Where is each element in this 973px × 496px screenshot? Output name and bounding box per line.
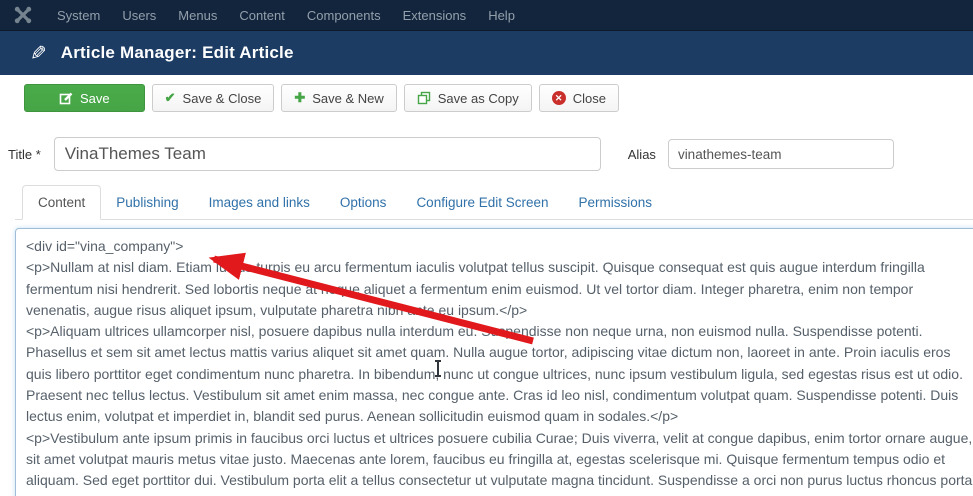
save-close-label: Save & Close xyxy=(183,91,262,106)
edit-tabs: Content Publishing Images and links Opti… xyxy=(15,185,973,220)
admin-top-nav: System Users Menus Content Components Ex… xyxy=(0,0,973,31)
title-input[interactable] xyxy=(54,137,601,171)
save-close-button[interactable]: ✔ Save & Close xyxy=(152,84,275,112)
alias-label: Alias xyxy=(628,147,656,162)
save-new-label: Save & New xyxy=(312,91,384,106)
article-manager-window: System Users Menus Content Components Ex… xyxy=(0,0,973,496)
menu-extensions[interactable]: Extensions xyxy=(392,0,478,31)
menu-users[interactable]: Users xyxy=(111,0,167,31)
close-icon: ✕ xyxy=(552,91,566,105)
article-text-editor[interactable]: <div id="vina_company"> <p>Nullam at nis… xyxy=(15,228,973,496)
copy-icon xyxy=(417,91,431,105)
alias-input[interactable] xyxy=(668,139,894,169)
tab-content[interactable]: Content xyxy=(22,185,101,220)
tab-images-and-links[interactable]: Images and links xyxy=(194,186,325,219)
page-title: Article Manager: Edit Article xyxy=(61,43,294,63)
save-icon xyxy=(59,91,73,105)
tab-configure-edit-screen[interactable]: Configure Edit Screen xyxy=(401,186,563,219)
plus-icon: ✚ xyxy=(294,90,305,106)
menu-content[interactable]: Content xyxy=(228,0,296,31)
toolbar: Save ✔ Save & Close ✚ Save & New Save as… xyxy=(0,75,973,121)
menu-system[interactable]: System xyxy=(46,0,111,31)
save-as-copy-button[interactable]: Save as Copy xyxy=(404,84,532,112)
save-new-button[interactable]: ✚ Save & New xyxy=(281,84,396,112)
menu-help[interactable]: Help xyxy=(477,0,526,31)
close-button[interactable]: ✕ Close xyxy=(539,84,619,112)
menu-components[interactable]: Components xyxy=(296,0,392,31)
save-button[interactable]: Save xyxy=(24,84,145,112)
save-label: Save xyxy=(80,91,110,106)
joomla-logo-icon[interactable] xyxy=(0,6,46,24)
tab-publishing[interactable]: Publishing xyxy=(101,186,193,219)
check-icon: ✔ xyxy=(165,90,176,106)
title-row: Title * Alias xyxy=(8,137,973,171)
tab-permissions[interactable]: Permissions xyxy=(564,186,668,219)
close-label: Close xyxy=(573,91,606,106)
page-header: ✎ Article Manager: Edit Article xyxy=(0,31,973,75)
menu-menus[interactable]: Menus xyxy=(167,0,228,31)
title-label: Title * xyxy=(8,147,41,162)
save-as-copy-label: Save as Copy xyxy=(438,91,519,106)
pencil-icon: ✎ xyxy=(30,41,47,66)
tab-options[interactable]: Options xyxy=(325,186,402,219)
